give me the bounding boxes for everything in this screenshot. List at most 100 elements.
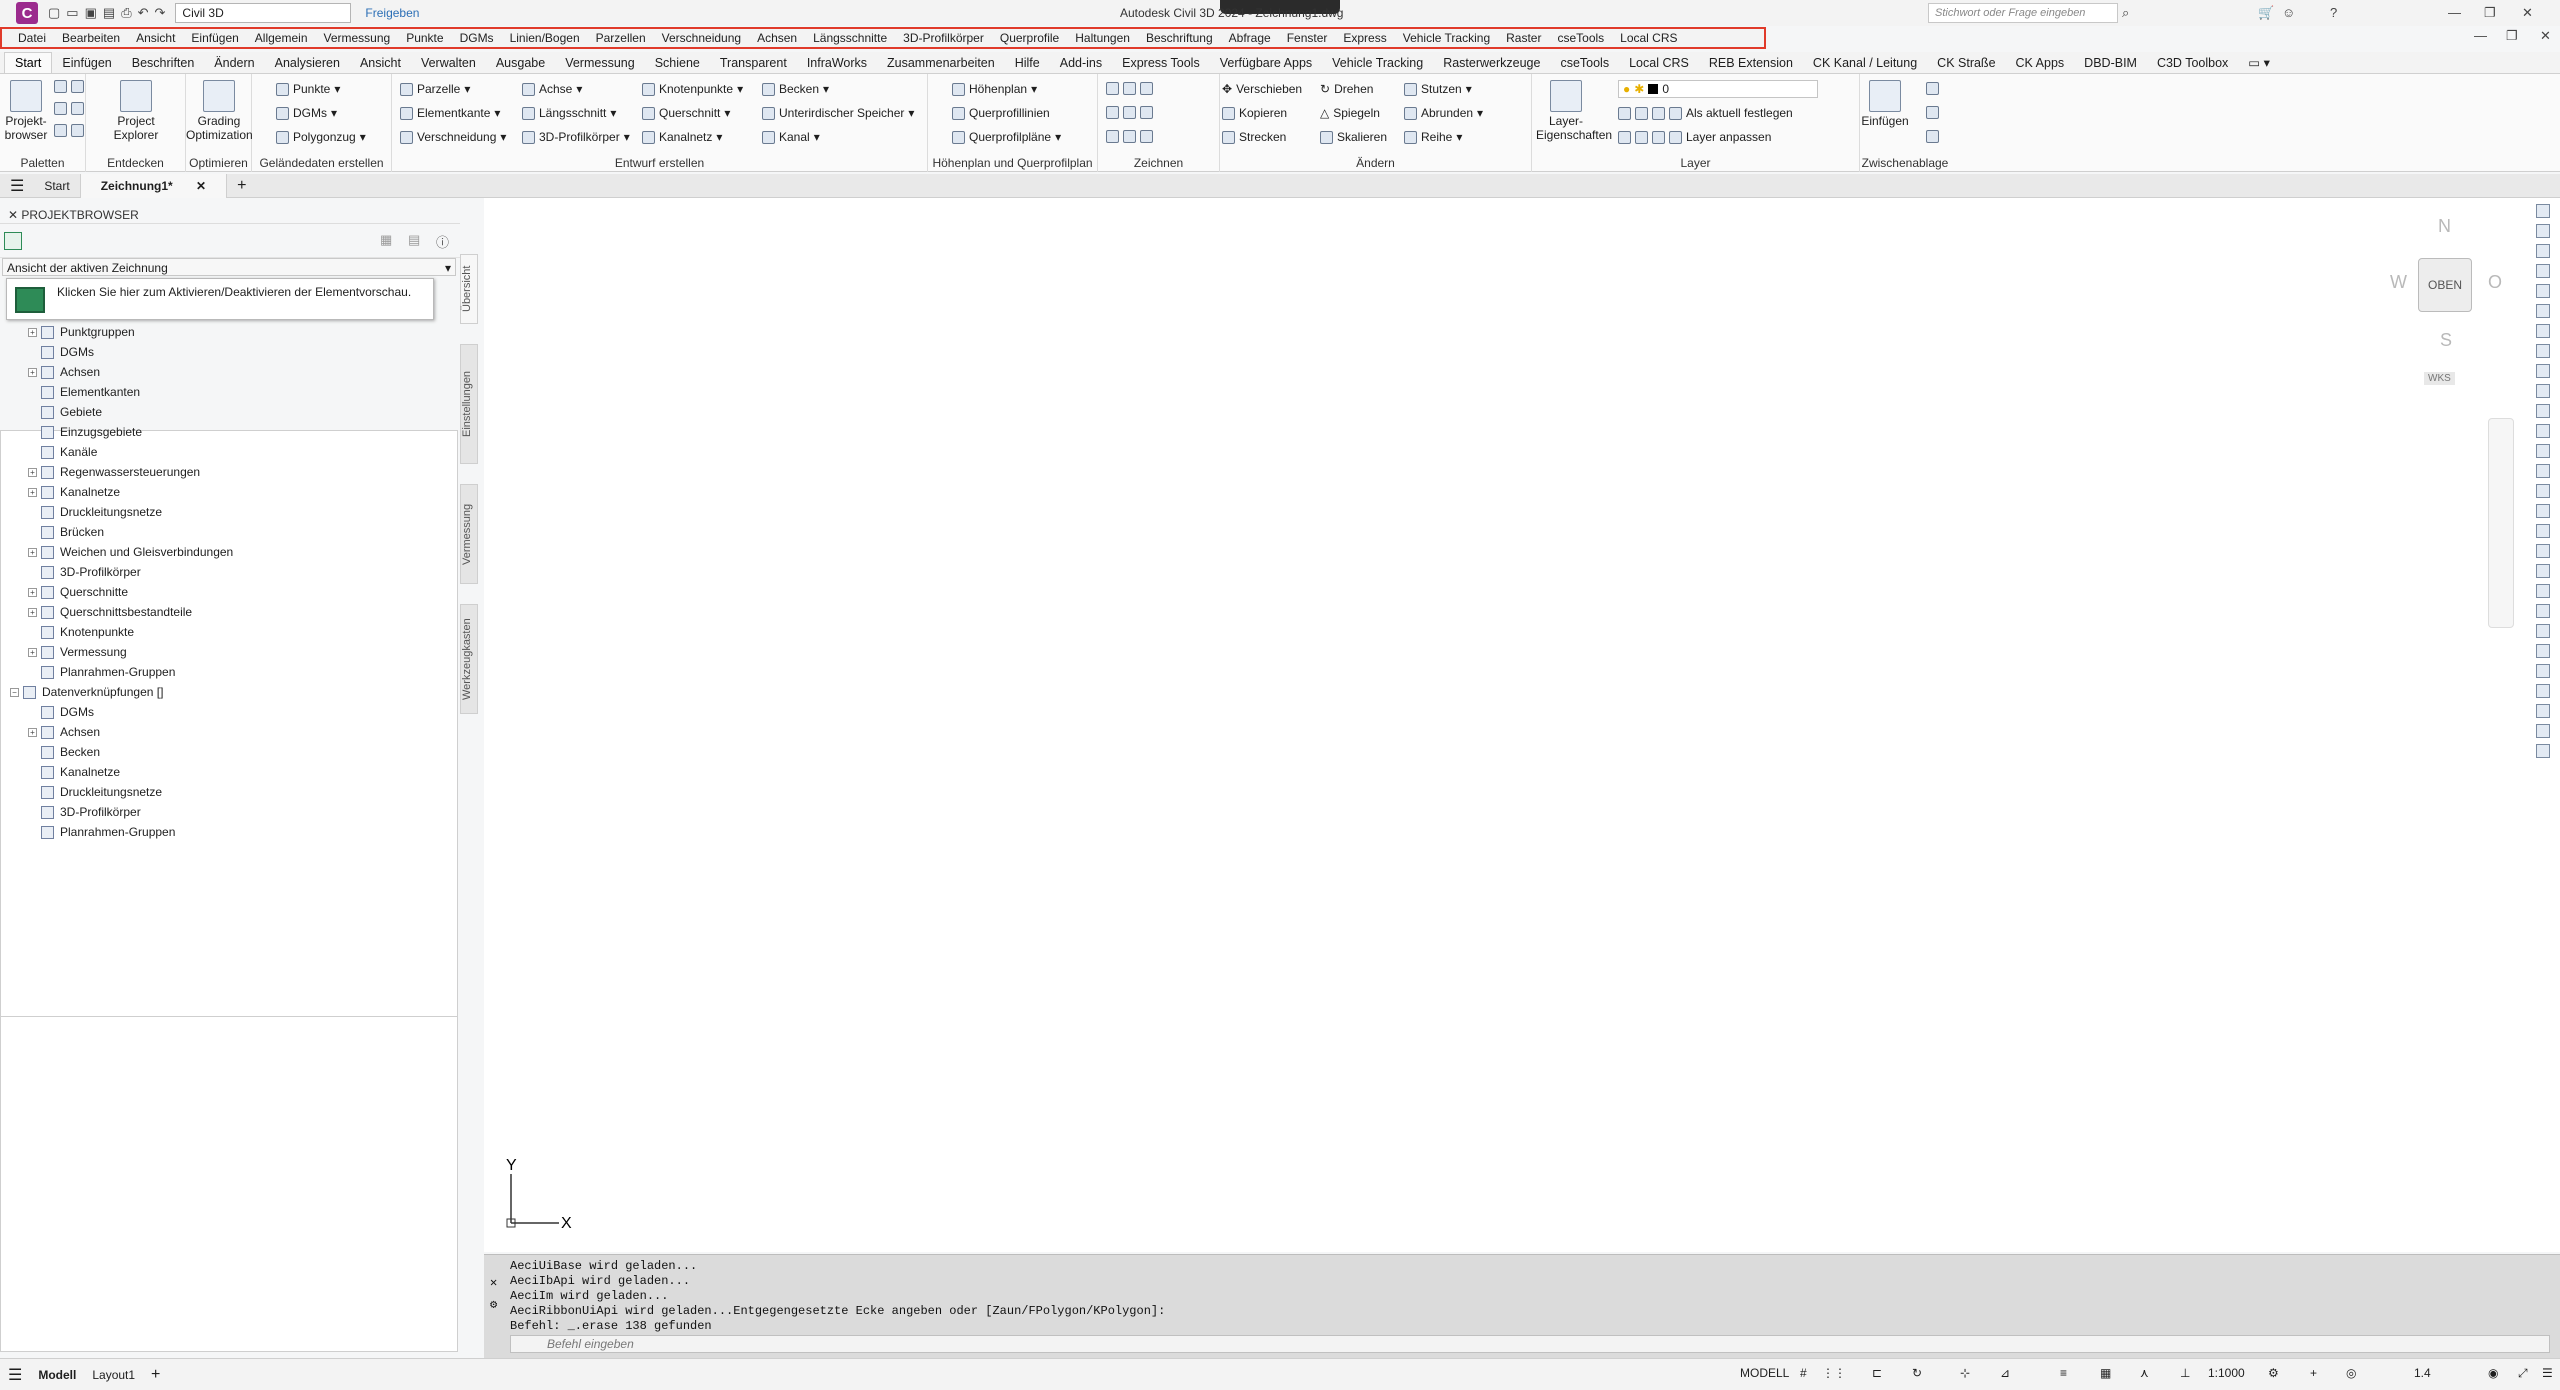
- undo-icon[interactable]: ↶: [138, 5, 149, 21]
- ribbon-tab[interactable]: Transparent: [710, 53, 797, 73]
- expand-icon[interactable]: +: [28, 647, 37, 657]
- menu-item[interactable]: cseTools: [1549, 31, 1612, 45]
- doc-restore-icon[interactable]: ❐: [2506, 28, 2518, 44]
- hoehenplan-button[interactable]: Höhenplan ▾: [952, 82, 1037, 96]
- compass-s[interactable]: S: [2440, 330, 2452, 351]
- fullscreen-icon[interactable]: ⤢: [2518, 1366, 2528, 1381]
- parzelle-button[interactable]: Parzelle ▾: [400, 82, 470, 96]
- tree-node[interactable]: Elementkanten: [0, 382, 456, 402]
- tool-icon[interactable]: [2536, 664, 2550, 678]
- verschneidung-button[interactable]: Verschneidung ▾: [400, 130, 506, 144]
- layer-select[interactable]: ● ✱ 0: [1618, 80, 1818, 98]
- tool-icon[interactable]: [2536, 464, 2550, 478]
- becken-button[interactable]: Becken ▾: [762, 82, 829, 96]
- tree-node[interactable]: 3D-Profilkörper: [0, 802, 456, 822]
- ribbon-tab[interactable]: Einfügen: [52, 53, 121, 73]
- tool-icon[interactable]: [2536, 524, 2550, 538]
- tree-node[interactable]: + Achsen: [0, 722, 456, 742]
- side-tab-einstellungen[interactable]: Einstellungen: [460, 344, 478, 464]
- menu-item[interactable]: Bearbeiten: [54, 31, 128, 45]
- tool-icon[interactable]: [2536, 504, 2550, 518]
- plus-icon[interactable]: +: [2310, 1366, 2317, 1380]
- palette-icon-grid-2[interactable]: [54, 102, 84, 115]
- palette-help-icon[interactable]: ⓘ: [436, 232, 449, 251]
- tree-node[interactable]: 3D-Profilkörper: [0, 562, 456, 582]
- search-input[interactable]: Stichwort oder Frage eingeben: [1928, 3, 2118, 23]
- lineweight-icon[interactable]: ≡: [2060, 1366, 2067, 1380]
- ribbon-tab[interactable]: Hilfe: [1005, 53, 1050, 73]
- panel-label-gelaende[interactable]: Geländedaten erstellen: [252, 156, 391, 170]
- ribbon-tab[interactable]: CK Kanal / Leitung: [1803, 53, 1927, 73]
- expand-icon[interactable]: +: [28, 587, 37, 597]
- tool-icon[interactable]: [2536, 424, 2550, 438]
- redo-icon[interactable]: ↷: [155, 5, 166, 21]
- doc-minimize-icon[interactable]: —: [2474, 28, 2487, 43]
- transparency-icon[interactable]: ▦: [2100, 1366, 2111, 1380]
- palette-icon-grid-3[interactable]: [54, 124, 84, 137]
- querprofillinien-button[interactable]: Querprofillinien: [952, 106, 1050, 120]
- menu-item[interactable]: Einfügen: [183, 31, 246, 45]
- drawing-canvas[interactable]: [484, 198, 2560, 1252]
- ribbon-tab[interactable]: Start: [4, 52, 53, 73]
- tool-icon[interactable]: [2536, 704, 2550, 718]
- grading-button[interactable]: Grading Optimization: [186, 80, 253, 142]
- search-icon[interactable]: ⌕: [2122, 5, 2129, 21]
- tree-node[interactable]: Becken: [0, 742, 456, 762]
- units-icon[interactable]: ◎: [2346, 1366, 2356, 1380]
- skalieren-button[interactable]: Skalieren: [1320, 130, 1387, 144]
- menu-item[interactable]: Vehicle Tracking: [1395, 31, 1498, 45]
- tool-icon[interactable]: [2536, 564, 2550, 578]
- tree-node[interactable]: Druckleitungsnetze: [0, 782, 456, 802]
- cmd-settings-icon[interactable]: ⚙: [490, 1297, 497, 1312]
- menu-item[interactable]: Abfrage: [1221, 31, 1279, 45]
- osnap-icon[interactable]: ⊹: [1960, 1366, 1970, 1380]
- tree-node[interactable]: Kanäle: [0, 442, 456, 462]
- new-tab-icon[interactable]: +: [227, 177, 256, 195]
- expand-icon[interactable]: +: [28, 327, 37, 337]
- viewcube-face[interactable]: OBEN: [2418, 258, 2472, 312]
- kopieren-button[interactable]: Kopieren: [1222, 106, 1287, 120]
- ribbon-tab[interactable]: Add-ins: [1050, 53, 1112, 73]
- save-icon[interactable]: ▣: [85, 5, 97, 21]
- tool-icon[interactable]: [2536, 244, 2550, 258]
- tool-icon[interactable]: [2536, 324, 2550, 338]
- viewcube[interactable]: N W O S OBEN WKS: [2390, 216, 2502, 396]
- ribbon-tab[interactable]: Express Tools: [1112, 53, 1210, 73]
- share-button[interactable]: Freigeben: [365, 6, 419, 20]
- strecken-button[interactable]: Strecken: [1222, 130, 1286, 144]
- help-icon[interactable]: ?: [2330, 5, 2337, 20]
- palette-tool2-icon[interactable]: ▤: [408, 232, 420, 248]
- tree-node[interactable]: + Vermessung: [0, 642, 456, 662]
- tool-icon[interactable]: [2536, 604, 2550, 618]
- tree-node[interactable]: + Punktgruppen: [0, 322, 456, 342]
- polygonzug-button[interactable]: Polygonzug ▾: [276, 130, 366, 144]
- panel-label-zeichnen[interactable]: Zeichnen: [1098, 156, 1219, 170]
- expand-icon[interactable]: +: [28, 467, 37, 477]
- querprofilplaene-button[interactable]: Querprofilpläne ▾: [952, 130, 1061, 144]
- close-tab-icon[interactable]: ✕: [186, 179, 216, 193]
- palette-close-icon[interactable]: ✕: [8, 208, 21, 222]
- ribbon-tab[interactable]: Local CRS: [1619, 53, 1699, 73]
- tree-node[interactable]: + Querschnittsbestandteile: [0, 602, 456, 622]
- cut-icon[interactable]: [1926, 82, 1939, 95]
- tree-node[interactable]: DGMs: [0, 342, 456, 362]
- elementkante-button[interactable]: Elementkante ▾: [400, 106, 500, 120]
- tab-modell[interactable]: Modell: [30, 1368, 84, 1382]
- space-toggle[interactable]: MODELL: [1740, 1366, 1789, 1380]
- tool-icon[interactable]: [2536, 484, 2550, 498]
- menu-item[interactable]: Fenster: [1279, 31, 1336, 45]
- tree-node[interactable]: − Datenverknüpfungen []: [0, 682, 456, 702]
- einfuegen-button[interactable]: Einfügen: [1860, 80, 1910, 128]
- tree-node[interactable]: Einzugsgebiete: [0, 422, 456, 442]
- tool-icon[interactable]: [2536, 544, 2550, 558]
- minimize-icon[interactable]: —: [2448, 5, 2461, 20]
- side-tab-vermessung[interactable]: Vermessung: [460, 484, 478, 584]
- ribbon-tab[interactable]: CK Straße: [1927, 53, 2005, 73]
- command-input[interactable]: Befehl eingeben: [510, 1335, 2550, 1353]
- doc-tab-start[interactable]: Start: [34, 179, 79, 193]
- tool-icon[interactable]: [2536, 644, 2550, 658]
- menu-item[interactable]: Verschneidung: [654, 31, 749, 45]
- tool-icon[interactable]: [2536, 724, 2550, 738]
- match-icon[interactable]: [1926, 130, 1939, 143]
- menu-item[interactable]: Ansicht: [128, 31, 183, 45]
